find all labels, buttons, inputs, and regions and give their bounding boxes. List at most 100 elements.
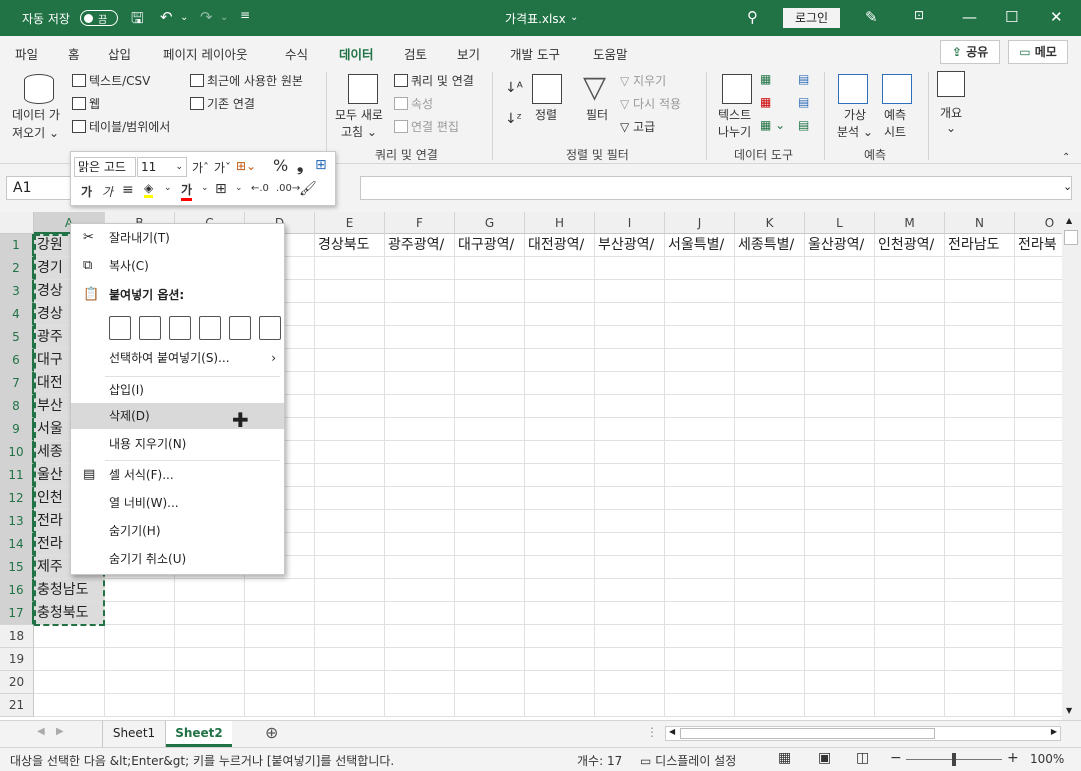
- cell[interactable]: [875, 602, 945, 625]
- tab-insert[interactable]: 삽입: [108, 44, 131, 63]
- cell[interactable]: [315, 441, 385, 464]
- menu-hide[interactable]: 숨기기(H): [71, 518, 284, 544]
- cell[interactable]: [595, 625, 665, 648]
- cell[interactable]: [945, 349, 1015, 372]
- cell[interactable]: [665, 349, 735, 372]
- cell[interactable]: [805, 671, 875, 694]
- cell[interactable]: [945, 487, 1015, 510]
- cell[interactable]: [455, 464, 525, 487]
- cell[interactable]: [805, 602, 875, 625]
- row-header[interactable]: 8: [0, 395, 34, 418]
- cell[interactable]: [1015, 602, 1062, 625]
- cell[interactable]: [315, 625, 385, 648]
- cell[interactable]: [595, 579, 665, 602]
- cell[interactable]: [385, 418, 455, 441]
- cell[interactable]: [455, 671, 525, 694]
- cell[interactable]: [805, 349, 875, 372]
- tab-view[interactable]: 보기: [457, 44, 480, 63]
- cell[interactable]: [735, 671, 805, 694]
- cell[interactable]: [455, 326, 525, 349]
- cell[interactable]: [875, 395, 945, 418]
- data-validation-icon[interactable]: ▦ ⌄: [760, 118, 785, 132]
- cell[interactable]: [1015, 418, 1062, 441]
- cell[interactable]: [525, 372, 595, 395]
- next-sheet-icon[interactable]: ▶: [56, 726, 64, 737]
- row-header[interactable]: 12: [0, 487, 34, 510]
- row-header[interactable]: 19: [0, 648, 34, 671]
- cell[interactable]: [665, 625, 735, 648]
- cell[interactable]: [735, 533, 805, 556]
- menu-column-width[interactable]: 열 너비(W)...: [71, 490, 284, 516]
- cell[interactable]: [595, 441, 665, 464]
- cell[interactable]: [1015, 326, 1062, 349]
- cell[interactable]: [315, 326, 385, 349]
- cell[interactable]: [805, 418, 875, 441]
- cell[interactable]: [875, 464, 945, 487]
- cell[interactable]: [945, 464, 1015, 487]
- cell[interactable]: [875, 349, 945, 372]
- cell[interactable]: [455, 487, 525, 510]
- cell[interactable]: [385, 487, 455, 510]
- cell[interactable]: [385, 257, 455, 280]
- cell[interactable]: [945, 533, 1015, 556]
- cell[interactable]: [315, 303, 385, 326]
- decrease-font-icon[interactable]: 가ˇ: [214, 159, 231, 176]
- cell[interactable]: [805, 326, 875, 349]
- row-header[interactable]: 17: [0, 602, 34, 625]
- cell[interactable]: [735, 648, 805, 671]
- select-all-corner[interactable]: [0, 212, 34, 234]
- redo-icon[interactable]: ↷: [200, 8, 213, 26]
- cell[interactable]: [34, 625, 105, 648]
- cell[interactable]: [315, 372, 385, 395]
- pen-icon[interactable]: ✎: [865, 8, 878, 26]
- cell[interactable]: [455, 533, 525, 556]
- cell[interactable]: [805, 694, 875, 717]
- cell[interactable]: [385, 395, 455, 418]
- cell[interactable]: [105, 671, 175, 694]
- row-header[interactable]: 1: [0, 234, 34, 257]
- merge-center-icon[interactable]: ⊞: [315, 157, 327, 173]
- sort-asc-icon[interactable]: ↓ᴬ: [505, 80, 523, 96]
- font-color-dropdown-icon[interactable]: ⌄: [201, 183, 209, 193]
- italic-icon[interactable]: 가: [102, 183, 113, 200]
- cell[interactable]: [455, 372, 525, 395]
- cell[interactable]: [385, 648, 455, 671]
- column-header[interactable]: I: [595, 212, 665, 234]
- cell[interactable]: [315, 349, 385, 372]
- cell[interactable]: [595, 349, 665, 372]
- cell[interactable]: [945, 625, 1015, 648]
- cell[interactable]: [945, 257, 1015, 280]
- sort-button[interactable]: 정렬: [535, 106, 557, 123]
- cell[interactable]: [735, 556, 805, 579]
- menu-cut[interactable]: ✂ 잘라내기(T): [71, 225, 284, 251]
- cell[interactable]: [34, 671, 105, 694]
- cell[interactable]: [945, 303, 1015, 326]
- cell[interactable]: [875, 671, 945, 694]
- cell[interactable]: [945, 418, 1015, 441]
- increase-font-icon[interactable]: 가ˆ: [192, 159, 209, 176]
- cell[interactable]: [525, 280, 595, 303]
- table-range-button[interactable]: 테이블/범위에서: [72, 118, 170, 135]
- cell[interactable]: [805, 487, 875, 510]
- cell[interactable]: [665, 556, 735, 579]
- cell[interactable]: 울산광역/: [805, 234, 875, 257]
- cell[interactable]: [315, 280, 385, 303]
- cell[interactable]: [945, 579, 1015, 602]
- cell[interactable]: [875, 372, 945, 395]
- tab-help[interactable]: 도움말: [593, 44, 628, 63]
- vscroll-thumb[interactable]: [1064, 230, 1078, 245]
- menu-unhide[interactable]: 숨기기 취소(U): [71, 546, 284, 572]
- cell[interactable]: [385, 303, 455, 326]
- cell[interactable]: [315, 533, 385, 556]
- cell[interactable]: [1015, 625, 1062, 648]
- cell[interactable]: [385, 326, 455, 349]
- cell[interactable]: [735, 418, 805, 441]
- cell[interactable]: [315, 694, 385, 717]
- cell[interactable]: [665, 487, 735, 510]
- data-model-icon[interactable]: ▤: [798, 118, 809, 132]
- cell[interactable]: [455, 602, 525, 625]
- cell[interactable]: [525, 487, 595, 510]
- paste-transpose-icon[interactable]: [199, 316, 221, 340]
- cell[interactable]: [735, 349, 805, 372]
- cell[interactable]: [385, 579, 455, 602]
